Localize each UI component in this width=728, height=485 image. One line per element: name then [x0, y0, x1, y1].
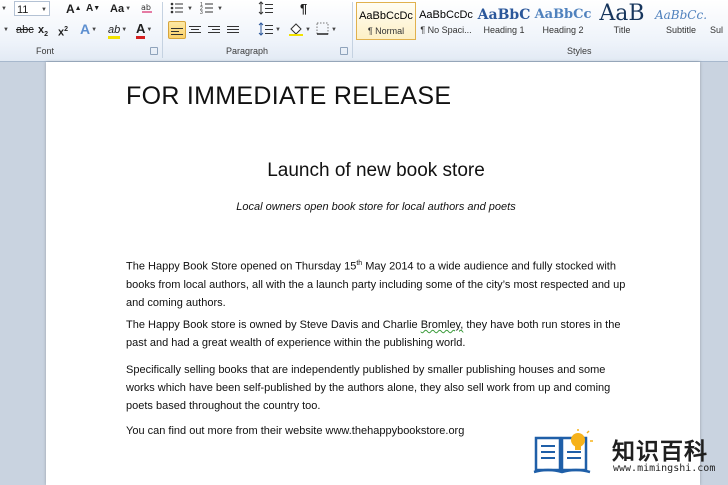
font-color-button[interactable]: A▼ [134, 21, 154, 39]
style-heading-1[interactable]: AaBbC Heading 1 [474, 2, 534, 40]
paragraph-dialog-launcher-icon[interactable] [340, 47, 348, 55]
release-heading: FOR IMMEDIATE RELEASE [126, 82, 452, 110]
grow-font-button[interactable]: A▲ [64, 1, 84, 17]
group-divider [352, 2, 353, 58]
group-divider [162, 2, 163, 58]
svg-text:ab: ab [141, 3, 151, 12]
paragraph-1: The Happy Book Store opened on Thursday … [126, 260, 626, 309]
change-case-button[interactable]: Aa▼ [108, 1, 133, 17]
svg-text:3: 3 [200, 10, 203, 15]
style-title[interactable]: AaB Title [592, 2, 652, 40]
align-center-icon [189, 26, 201, 36]
font-name-dropdown-arrow[interactable]: ▼ [0, 1, 7, 17]
align-right-button[interactable] [208, 23, 220, 39]
style-subtitle[interactable]: AaBbCc. Subtitle [651, 2, 711, 40]
document-subtitle: Local owners open book store for local a… [236, 201, 516, 213]
book-lightbulb-logo-icon [533, 429, 593, 474]
watermark-url: www.mimingshi.com [613, 463, 716, 474]
align-right-icon [208, 26, 220, 36]
show-hide-marks-button[interactable]: ¶ [300, 1, 316, 17]
font-group-label: Font [36, 46, 55, 56]
justify-icon [227, 26, 239, 36]
text-effects-button[interactable]: A▼ [78, 21, 99, 37]
sort-button[interactable] [258, 1, 278, 17]
paragraph-3: Specifically selling books that are inde… [126, 364, 611, 412]
style-heading-2[interactable]: AaBbCc Heading 2 [533, 2, 593, 40]
numbering-icon: 123 [200, 2, 213, 16]
bullets-dropdown-arrow[interactable]: ▼ [186, 1, 193, 17]
grow-arrow-icon: ▲ [74, 5, 82, 12]
grammar-flagged-word[interactable]: Bromley, [421, 319, 464, 331]
line-spacing-dropdown-arrow[interactable]: ▼ [274, 22, 281, 38]
ribbon: ▼ 11 ▼ A▲ A▼ Aa▼ ab ▼ abc x2 x2 A▼ ab▼ A▼… [0, 0, 728, 62]
align-center-button[interactable] [189, 23, 201, 39]
paragraph-2: The Happy Book store is owned by Steve D… [126, 319, 621, 349]
line-spacing-arrows-icon [258, 22, 273, 36]
document-area: FOR IMMEDIATE RELEASE Launch of new book… [0, 62, 728, 485]
clear-formatting-icon[interactable]: ab [140, 0, 154, 14]
paint-bucket-icon [289, 23, 303, 36]
styles-group-label: Styles [567, 46, 592, 56]
numbering-dropdown-arrow[interactable]: ▼ [216, 1, 223, 17]
font-size-field[interactable]: 11 ▼ [14, 1, 50, 16]
borders-dropdown-arrow[interactable]: ▼ [330, 22, 337, 38]
align-left-button[interactable] [168, 21, 186, 39]
document-title: Launch of new book store [267, 160, 485, 181]
bullets-icon [170, 2, 183, 14]
highlight-button[interactable]: ab▼ [106, 22, 129, 39]
borders-icon [316, 22, 329, 35]
align-left-icon [171, 28, 183, 38]
paragraph-group-label: Paragraph [226, 46, 269, 56]
superscript-button[interactable]: x2 [56, 22, 70, 39]
strikethrough-abc-button[interactable]: abc [14, 22, 36, 38]
strikethrough-button[interactable]: ▼ [2, 22, 9, 38]
shading-dropdown-arrow[interactable]: ▼ [304, 22, 311, 38]
font-dialog-launcher-icon[interactable] [150, 47, 158, 55]
shrink-font-button[interactable]: A▼ [84, 1, 102, 17]
subscript-button[interactable]: x2 [36, 22, 50, 38]
shrink-arrow-icon: ▼ [93, 5, 101, 12]
style-normal[interactable]: AaBbCcDc ¶ Normal [356, 2, 416, 40]
justify-button[interactable] [227, 23, 239, 39]
style-subtle-emphasis[interactable]: Sul [710, 2, 728, 40]
document-page[interactable]: FOR IMMEDIATE RELEASE Launch of new book… [46, 62, 700, 485]
style-no-spacing[interactable]: AaBbCcDc ¶ No Spaci... [416, 2, 476, 40]
watermark-brand-name: 知识百科 [612, 439, 708, 465]
line-spacing-icon [258, 1, 273, 15]
